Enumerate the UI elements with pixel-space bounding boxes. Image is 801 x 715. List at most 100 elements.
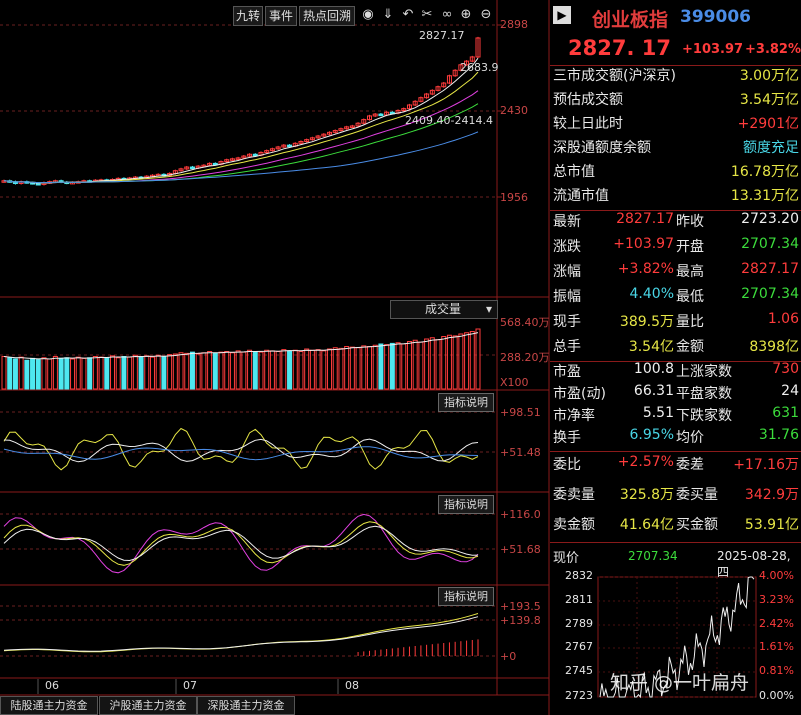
market-value: 额度充足	[743, 140, 799, 156]
volume-bar	[247, 349, 253, 390]
quote-label: 开盘	[676, 239, 704, 255]
volume-bar	[235, 350, 241, 390]
volume-bar	[195, 353, 201, 390]
volume-bar	[275, 351, 281, 390]
price-change: +103.97	[682, 42, 744, 57]
mini-price-tick: 2789	[565, 617, 593, 630]
scissors-icon[interactable]: ✂	[419, 7, 435, 23]
volume-bar	[366, 346, 372, 390]
volume-bar	[110, 355, 116, 390]
volume-bar	[172, 353, 178, 390]
ind3-line-b	[3, 616, 479, 652]
month-label: 08	[345, 679, 359, 692]
divider	[550, 451, 801, 452]
volume-bar	[98, 356, 104, 390]
quote-value: 8398亿	[749, 339, 799, 355]
quote-value: 100.8	[633, 361, 674, 377]
event-button[interactable]: 事件	[265, 6, 297, 26]
down-arrow-icon[interactable]: ⇓	[380, 7, 396, 23]
undo-icon[interactable]: ↶	[400, 7, 416, 23]
infinity-icon[interactable]: ∞	[439, 7, 455, 23]
volume-bar	[241, 351, 247, 390]
volume-bar	[435, 339, 441, 390]
market-row: 深股通额度余额 额度充足	[550, 137, 801, 161]
quote-row: 委比 +2.57% 委差 +17.16万	[550, 454, 801, 478]
volume-bar	[1, 356, 7, 390]
quote-label: 最低	[676, 289, 704, 305]
indicator1-lines	[3, 427, 479, 471]
zoom-in-icon[interactable]: ⊕	[458, 7, 474, 23]
quote-label: 委卖量	[553, 487, 595, 503]
quote-value: +3.82%	[617, 261, 674, 277]
hotspot-review-button[interactable]: 热点回溯	[299, 6, 355, 26]
volume-bar	[155, 354, 161, 390]
quote-value: 24	[781, 383, 799, 399]
volume-bar	[315, 349, 321, 390]
volume-bar	[229, 352, 235, 390]
tab-sh-connect-flow[interactable]: 沪股通主力资金	[99, 696, 197, 715]
tab-hk-north-flow[interactable]: 陆股通主力资金	[0, 696, 98, 715]
indicator1-help-button[interactable]: 指标说明	[438, 393, 494, 412]
volume-bar	[92, 356, 98, 390]
tab-sz-connect-flow[interactable]: 深股通主力资金	[197, 696, 295, 715]
quote-row: 涨跌 +103.97 开盘 2707.34	[550, 236, 801, 260]
chevron-down-icon: ▾	[485, 302, 492, 316]
quote-label: 涨幅	[553, 264, 581, 280]
quote-value: 53.91亿	[744, 517, 799, 533]
zoom-out-icon[interactable]: ⊖	[478, 7, 494, 23]
quote-label: 量比	[676, 314, 704, 330]
market-label: 较上日此时	[553, 116, 623, 132]
volume-bar	[252, 351, 258, 390]
ma20-line	[3, 90, 479, 184]
volume-selector[interactable]: 成交量 ▾	[390, 300, 498, 319]
volume-bar	[309, 349, 315, 390]
volume-bar	[12, 358, 18, 390]
eye-icon[interactable]: ◉	[360, 7, 376, 23]
low-price-label: 2409.40-2414.4	[405, 114, 493, 127]
quote-label: 下跌家数	[676, 408, 732, 424]
market-row: 预估成交额 3.54万亿	[550, 89, 801, 113]
quote-row: 换手 6.95% 均价 31.76	[550, 427, 801, 451]
quote-value: 2827.17	[741, 261, 799, 277]
volume-bar	[184, 352, 190, 390]
volume-bar	[452, 335, 458, 390]
indicator3-help-button[interactable]: 指标说明	[438, 587, 494, 606]
volume-unit: X100	[500, 376, 529, 389]
volume-bar	[64, 357, 70, 390]
ma60-line	[3, 131, 479, 184]
volume-bar	[115, 357, 121, 390]
mini-pct-tick: 3.23%	[759, 593, 794, 606]
high-price-label: 2827.17	[419, 29, 465, 42]
quote-value: 631	[772, 405, 799, 421]
quote-label: 市盈	[553, 364, 581, 380]
volume-bar	[24, 359, 30, 390]
price-tick-mid: 2430	[500, 104, 528, 117]
volume-bar	[7, 357, 13, 390]
market-value: 13.31万亿	[730, 188, 799, 204]
volume-bar	[384, 344, 390, 390]
volume-bar	[264, 349, 270, 390]
stats-grid: 最新 2827.17 昨收 2723.20 涨跌 +103.97 开盘 2707.34 涨幅 +3…	[550, 211, 801, 361]
volume-bar	[132, 354, 138, 390]
quote-value: 41.64亿	[619, 517, 674, 533]
volume-bar	[87, 357, 93, 390]
mini-price-tick: 2745	[565, 664, 593, 677]
quote-row: 卖金额 41.64亿 买金额 53.91亿	[550, 514, 801, 538]
quote-value: 2707.34	[741, 286, 799, 302]
volume-bar	[41, 357, 47, 390]
ma10-line	[3, 71, 479, 184]
volume-bar	[429, 337, 435, 390]
volume-bar	[189, 351, 195, 390]
quote-label: 买金额	[676, 517, 718, 533]
mini-pct-tick: 2.42%	[759, 617, 794, 630]
jiuzhuan-button[interactable]: 九转	[233, 6, 263, 26]
indicator2-help-button[interactable]: 指标说明	[438, 495, 494, 514]
quote-row: 委卖量 325.8万 委买量 342.9万	[550, 484, 801, 508]
volume-bar	[70, 358, 76, 390]
expand-icon[interactable]: ▶	[553, 6, 571, 24]
volume-bar	[446, 334, 452, 390]
market-label: 预估成交额	[553, 92, 623, 108]
ind2-line-j	[3, 525, 479, 562]
market-row: 较上日此时 +2901亿	[550, 113, 801, 137]
volume-bar	[18, 356, 24, 390]
